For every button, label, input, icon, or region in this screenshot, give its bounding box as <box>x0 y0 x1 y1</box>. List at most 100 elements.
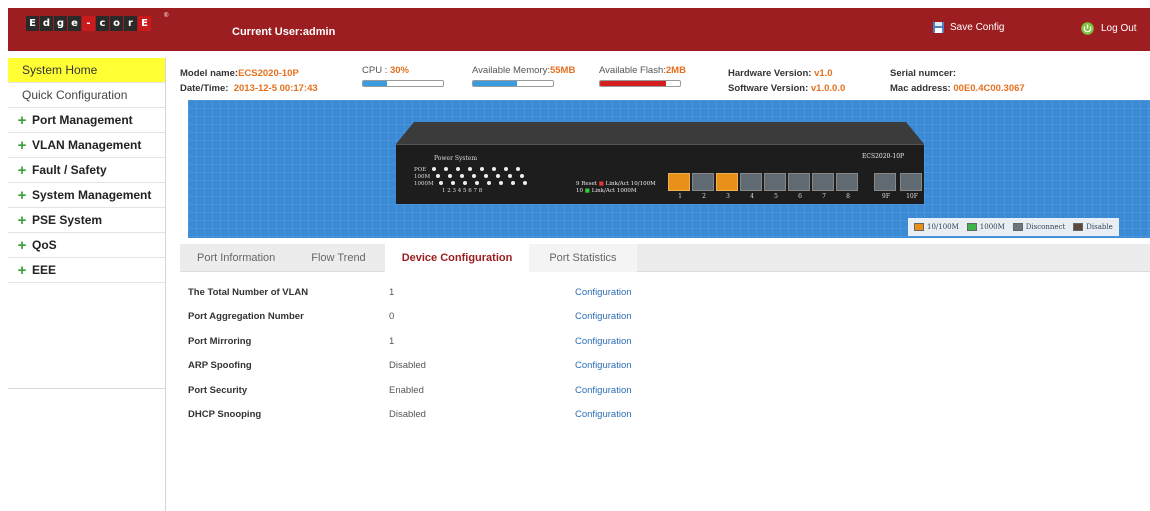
mac-address-label: Mac address: <box>890 83 951 94</box>
legend-label: Disable <box>1086 223 1113 231</box>
sfp-port[interactable]: 10F <box>900 173 922 200</box>
row-value: Disabled <box>389 409 426 421</box>
logo-char: g <box>54 16 67 31</box>
sfp-port-number: 9F <box>882 193 890 200</box>
switch-model-label: ECS2020-10P <box>862 153 905 160</box>
power-system-label: Power System <box>434 155 478 162</box>
configuration-link[interactable]: Configuration <box>575 311 632 322</box>
legend-label: 10/100M <box>927 223 959 231</box>
row-value: 1 <box>389 335 395 347</box>
led-row-label: 100M <box>414 174 431 180</box>
switch-front-panel: Power System POE 100M 1000M 1 2 3 4 5 6 … <box>396 144 924 204</box>
port-number: 7 <box>822 193 826 200</box>
row-value: Disabled <box>389 360 426 372</box>
port-number: 3 <box>726 193 730 200</box>
ethernet-port[interactable]: 6 <box>788 173 810 200</box>
sidebar-item-label: System Management <box>32 188 152 202</box>
switch-top-surface <box>396 122 924 144</box>
logo-char: - <box>82 16 95 31</box>
table-row: The Total Number of VLAN 1 Configuration <box>188 280 888 305</box>
logo-char: o <box>110 16 123 31</box>
led-row-label: POE <box>414 167 427 173</box>
ethernet-port[interactable]: 1 <box>668 173 690 200</box>
plus-icon: + <box>17 136 27 154</box>
ethernet-port[interactable]: 4 <box>740 173 762 200</box>
plus-icon: + <box>17 236 27 254</box>
port-number: 1 <box>678 193 682 200</box>
power-icon <box>1081 22 1094 35</box>
memory-label: Available Memory: <box>472 65 550 76</box>
hardware-version-label: Hardware Version: <box>728 68 812 79</box>
serial-number-label: Serial numcer: <box>890 68 956 79</box>
model-name-value: ECS2020-10P <box>238 68 299 79</box>
device-configuration-table: The Total Number of VLAN 1 Configuration… <box>188 280 888 427</box>
port-orange-icon <box>914 223 924 231</box>
led-row-1000m: 1000M <box>414 181 531 188</box>
model-name: Model name:ECS2020-10P <box>180 68 299 79</box>
configuration-link[interactable]: Configuration <box>575 287 632 298</box>
ethernet-port[interactable]: 8 <box>836 173 858 200</box>
cpu-usage: CPU : 30% <box>362 65 409 76</box>
tab-port-statistics[interactable]: Port Statistics <box>529 244 637 272</box>
logo-char: E <box>26 16 39 31</box>
tab-port-information[interactable]: Port Information <box>180 244 292 272</box>
configuration-link[interactable]: Configuration <box>575 409 632 420</box>
software-version: Software Version: v1.0.0.0 <box>728 83 845 94</box>
port-number: 8 <box>846 193 850 200</box>
tab-label: Device Configuration <box>401 252 513 264</box>
sidebar-item-system-home[interactable]: System Home <box>8 58 165 83</box>
sfp-port[interactable]: 9F <box>874 173 896 200</box>
edgecore-logo: E d g e - c o r E <box>26 16 151 34</box>
port-number: 2 <box>702 193 706 200</box>
sidebar-item-port-management[interactable]: + Port Management <box>8 108 165 133</box>
led-indicators: POE 100M 1000M 1 2 3 4 5 6 7 8 <box>414 167 531 195</box>
ethernet-port[interactable]: 3 <box>716 173 738 200</box>
app-root: E d g e - c o r E ® Current User:admin S… <box>0 0 1150 511</box>
port-green-icon <box>966 223 977 231</box>
save-config-button[interactable]: Save Config <box>933 22 1004 33</box>
port-number: 4 <box>750 193 754 200</box>
legend-disconnect: Disconnect <box>1012 223 1065 231</box>
date-time: Date/Time: 2013-12-5 00:17:43 <box>180 83 318 94</box>
table-row: ARP Spoofing Disabled Configuration <box>188 354 888 379</box>
sidebar-item-fault-safety[interactable]: + Fault / Safety <box>8 158 165 183</box>
configuration-link[interactable]: Configuration <box>575 360 632 371</box>
memory-bar-fill <box>473 81 517 86</box>
tab-flow-trend[interactable]: Flow Trend <box>292 244 384 272</box>
tab-device-configuration[interactable]: Device Configuration <box>384 244 530 272</box>
hardware-version-value: v1.0 <box>814 68 833 79</box>
row-label: ARP Spoofing <box>188 360 252 372</box>
logo-char: e <box>68 16 81 31</box>
sidebar-item-eee[interactable]: + EEE <box>8 258 165 283</box>
link-act-1-label: Link/Act 10/100M <box>605 181 656 187</box>
ethernet-port[interactable]: 2 <box>692 173 714 200</box>
row-label: Port Mirroring <box>188 335 252 347</box>
sidebar-item-label: PSE System <box>32 213 103 227</box>
available-flash: Available Flash:2MB <box>599 65 686 76</box>
sidebar-item-qos[interactable]: + QoS <box>8 233 165 258</box>
sidebar-item-quick-configuration[interactable]: Quick Configuration <box>8 83 165 108</box>
sfp-ports: 9F 10F <box>874 173 922 200</box>
configuration-link[interactable]: Configuration <box>575 336 632 347</box>
sidebar-item-label: QoS <box>32 238 57 252</box>
memory-value: 55MB <box>549 65 576 76</box>
sidebar-item-pse-system[interactable]: + PSE System <box>8 208 165 233</box>
logout-button[interactable]: Log Out <box>1081 22 1137 35</box>
flash-value: 2MB <box>665 65 686 76</box>
ethernet-port[interactable]: 7 <box>812 173 834 200</box>
led-numbers: 1 2 3 4 5 6 7 8 <box>442 188 483 194</box>
tab-label: Port Statistics <box>549 252 617 264</box>
sidebar-item-vlan-management[interactable]: + VLAN Management <box>8 133 165 158</box>
cpu-bar <box>362 80 444 87</box>
sidebar-item-label: EEE <box>32 263 57 277</box>
date-time-label: Date/Time: <box>180 83 229 94</box>
software-version-label: Software Version: <box>728 83 809 94</box>
mac-address-value: 00E0.4C00.3067 <box>953 83 1025 94</box>
sidebar-item-system-management[interactable]: + System Management <box>8 183 165 208</box>
port-disabled-icon <box>1073 223 1084 231</box>
configuration-link[interactable]: Configuration <box>575 385 632 396</box>
ethernet-port[interactable]: 5 <box>764 173 786 200</box>
plus-icon: + <box>17 261 27 279</box>
row-label: Port Aggregation Number <box>188 311 304 323</box>
cpu-value: 30% <box>389 65 409 76</box>
